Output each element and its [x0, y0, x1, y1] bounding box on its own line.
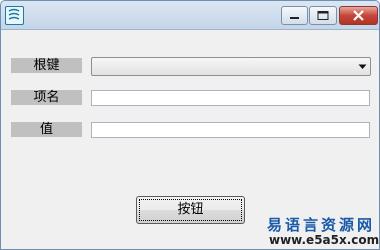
title-bar[interactable]	[1, 1, 379, 30]
action-button-label: 按钮	[177, 202, 204, 217]
label-item-name: 项名	[11, 90, 82, 105]
app-icon	[5, 6, 24, 25]
root-key-combobox[interactable]	[91, 57, 371, 76]
minimize-icon	[290, 17, 299, 19]
label-value: 值	[11, 122, 82, 137]
label-root-key: 根键	[11, 58, 82, 73]
watermark-url: www.e5a5x.com	[269, 233, 380, 247]
watermark-text: 易语言资源网	[267, 216, 376, 234]
chevron-down-icon	[358, 64, 367, 69]
close-button[interactable]	[339, 6, 378, 25]
action-button[interactable]: 按钮	[136, 196, 245, 224]
maximize-button[interactable]	[309, 6, 337, 25]
close-icon	[353, 10, 364, 21]
minimize-button[interactable]	[281, 6, 308, 25]
maximize-icon	[317, 11, 329, 20]
value-input[interactable]	[91, 122, 370, 138]
app-window: 根键 项名 值 按钮 易语言资源网 www.e5a5x.com	[0, 0, 380, 250]
item-name-input[interactable]	[91, 90, 370, 106]
